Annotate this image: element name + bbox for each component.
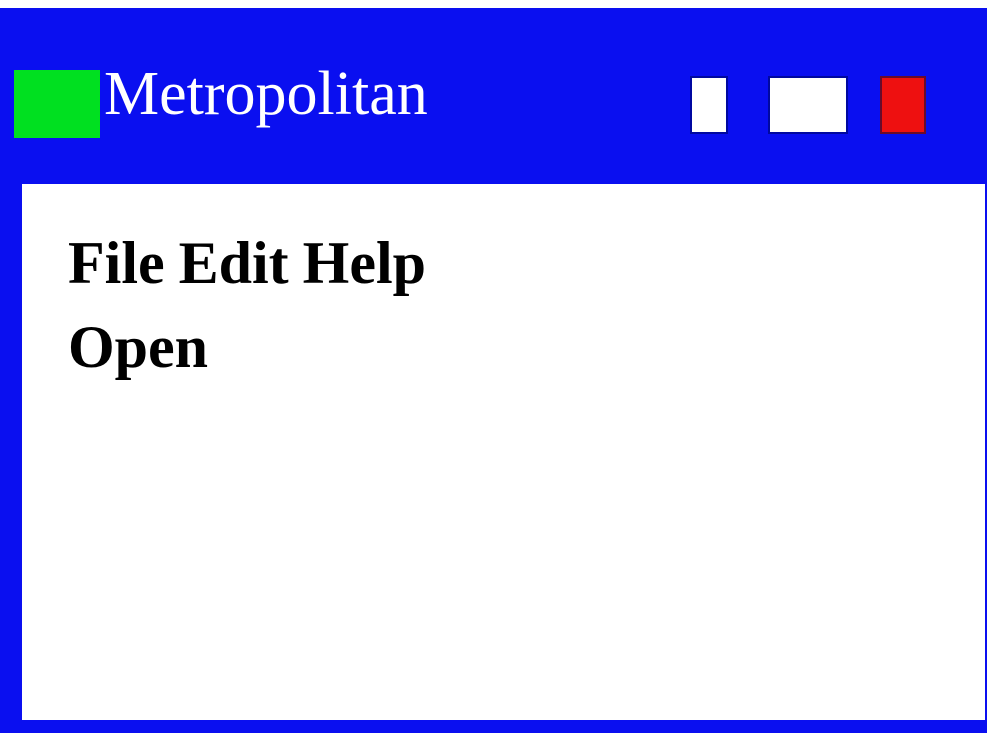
close-button[interactable]: [880, 76, 926, 134]
menu-file[interactable]: File: [68, 228, 165, 298]
menu-bar: File Edit Help: [68, 228, 426, 298]
menu-item-open[interactable]: Open: [68, 312, 208, 382]
top-margin: [0, 0, 987, 8]
menu-edit[interactable]: Edit: [179, 228, 289, 298]
title-bar[interactable]: Metropolitan: [8, 8, 987, 184]
menu-help[interactable]: Help: [303, 228, 426, 298]
window-title: Metropolitan: [104, 60, 428, 128]
minimize-button[interactable]: [690, 76, 728, 134]
maximize-button[interactable]: [768, 76, 848, 134]
client-area: File Edit Help Open: [22, 184, 985, 720]
app-icon[interactable]: [14, 70, 100, 138]
application-window: Metropolitan File Edit Help Open: [0, 0, 987, 733]
